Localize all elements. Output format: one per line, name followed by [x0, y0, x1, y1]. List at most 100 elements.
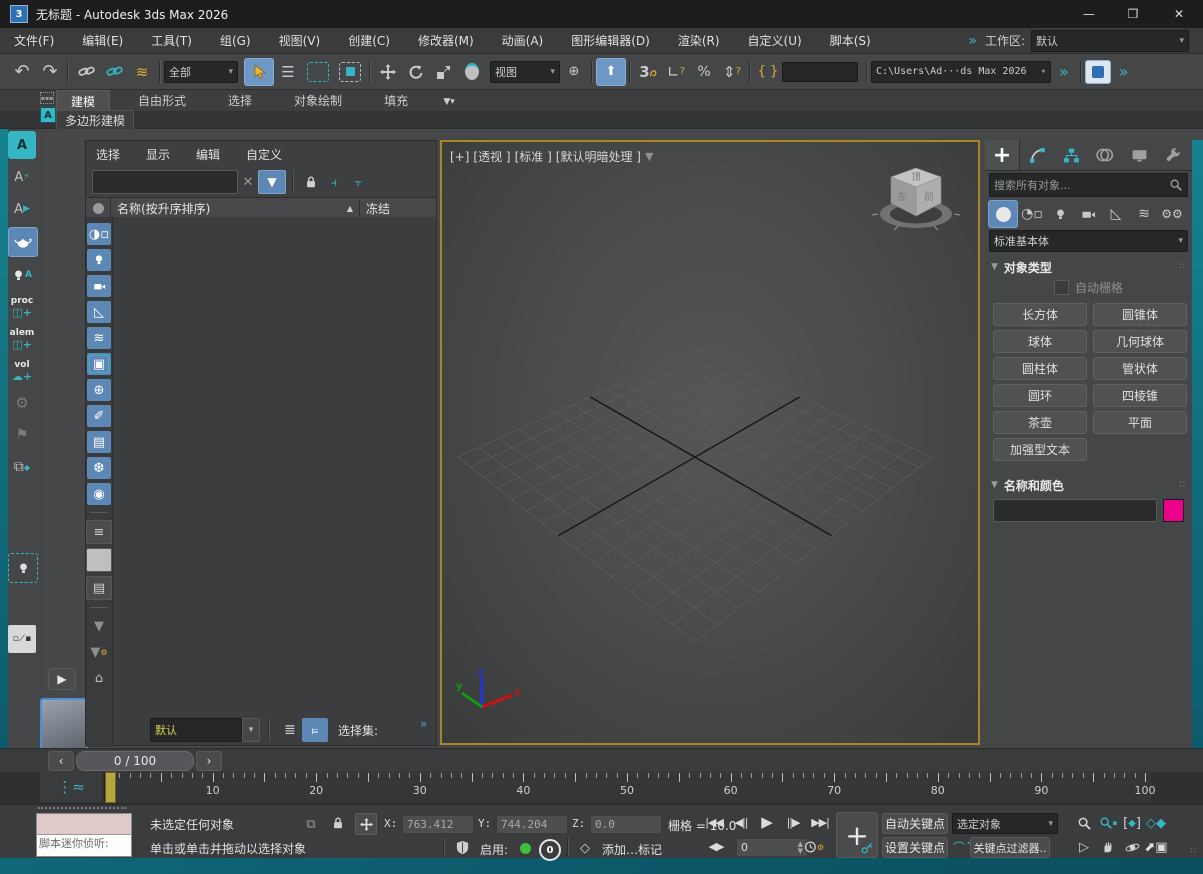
- pan-hand-icon[interactable]: [1096, 837, 1120, 857]
- scene-script-play-icon[interactable]: A ▶: [8, 195, 36, 223]
- menu-item[interactable]: 修改器(M): [404, 28, 488, 54]
- object-type-rollout-header[interactable]: ▼ 对象类型 ∷: [985, 257, 1192, 277]
- workspace-dropdown[interactable]: 默认 ▾: [1031, 29, 1189, 52]
- category-lights-icon[interactable]: [1046, 201, 1074, 227]
- viewport-shading-menu[interactable]: [默认明暗处理 ]: [556, 148, 641, 165]
- select-and-place-icon[interactable]: ⬆: [596, 57, 626, 86]
- explorer-menu-item[interactable]: 编辑: [196, 146, 220, 163]
- selection-filter-dropdown[interactable]: 全部 ▾: [164, 60, 238, 83]
- rect-selection-region-icon[interactable]: [307, 61, 329, 82]
- category-shapes-icon[interactable]: ◔▫: [1018, 201, 1046, 227]
- display-list-icon[interactable]: ≡: [86, 520, 112, 544]
- tab-motion[interactable]: [1088, 140, 1122, 170]
- filter-containers-icon[interactable]: ⊕: [87, 379, 111, 401]
- lock-explorer-icon[interactable]: [300, 175, 322, 189]
- go-to-end-icon[interactable]: ▶▶|: [808, 816, 832, 829]
- listener-grip[interactable]: [38, 807, 126, 809]
- explorer-list-area[interactable]: [113, 217, 436, 745]
- filter-hidden-icon[interactable]: ◉: [87, 483, 111, 505]
- key-mode-toggle-icon[interactable]: ◀▶: [706, 840, 726, 853]
- category-helpers-icon[interactable]: ◺: [1102, 201, 1130, 227]
- move-icon[interactable]: [374, 59, 402, 85]
- filter-frozen-icon[interactable]: ▤: [87, 431, 111, 453]
- isolate-selection-icon[interactable]: ⧉: [300, 815, 322, 833]
- filter-icon[interactable]: ▼: [258, 170, 286, 194]
- set-key-mode-button[interactable]: 设置关键点: [882, 837, 948, 858]
- app-icon[interactable]: 3: [10, 5, 28, 23]
- redo-icon[interactable]: ↷: [36, 59, 64, 85]
- maximize-viewport-icon[interactable]: ⬈▣: [1144, 837, 1168, 857]
- basket-icon[interactable]: ⌂: [87, 667, 111, 689]
- name-column-header[interactable]: 名称(按升序排序): [111, 200, 347, 217]
- ribbon-panel-tab[interactable]: 多边形建模: [56, 109, 135, 130]
- tab-modify[interactable]: [1020, 140, 1054, 170]
- filter-cameras-icon[interactable]: [87, 275, 111, 297]
- primitive-category-dropdown[interactable]: 标准基本体 ▾: [989, 230, 1188, 252]
- ribbon-minimize-icon[interactable]: ▼▾: [436, 93, 462, 111]
- explorer-menu-item[interactable]: 显示: [146, 146, 170, 163]
- menu-overflow-icon[interactable]: »: [968, 33, 977, 49]
- snap-toggle-icon[interactable]: 3𐑼: [634, 59, 662, 85]
- viewport-general-menu[interactable]: [+]: [450, 150, 469, 164]
- key-mode-dropdown[interactable]: 选定对象 ▾: [952, 813, 1058, 834]
- ribbon-tab[interactable]: 自由形式: [124, 90, 200, 111]
- rollout-grip[interactable]: ∷: [1179, 480, 1186, 490]
- select-object-button[interactable]: [244, 57, 274, 86]
- next-frame-button[interactable]: ›: [196, 750, 222, 771]
- selection-set-dropdown[interactable]: 默认: [150, 718, 242, 742]
- current-frame-marker[interactable]: [105, 772, 116, 803]
- primitive-button[interactable]: 茶壶: [993, 411, 1087, 434]
- listener-script-pane[interactable]: 脚本迷你侦听:: [37, 835, 131, 856]
- viewport-filter-icon[interactable]: ▼: [645, 150, 653, 163]
- minimize-button[interactable]: —: [1067, 0, 1111, 28]
- flag-list-icon[interactable]: ⚑: [8, 421, 36, 449]
- ribbon-tab[interactable]: 建模: [56, 89, 111, 112]
- percent-snap-icon[interactable]: %: [690, 59, 718, 85]
- viewcube[interactable]: 顶 左 前: [868, 158, 964, 246]
- named-selection-input[interactable]: [782, 61, 858, 82]
- tab-display[interactable]: [1122, 140, 1156, 170]
- menu-item[interactable]: 自定义(U): [734, 28, 816, 54]
- flyout-arrow-button[interactable]: ▶: [48, 668, 76, 690]
- clear-search-icon[interactable]: ✕: [238, 175, 258, 190]
- tab-utilities[interactable]: [1156, 140, 1190, 170]
- light-lister-icon[interactable]: A: [8, 261, 36, 289]
- timeline-ruler[interactable]: 0102030405060708090100: [104, 772, 1156, 803]
- menu-item[interactable]: 编辑(E): [68, 28, 137, 54]
- scene-script-run-icon[interactable]: A ⚡: [8, 163, 36, 191]
- alem-primitive-icon[interactable]: alem ◫+: [8, 325, 36, 353]
- zoom-all-icon[interactable]: ▪: [1096, 813, 1120, 833]
- time-configuration-icon[interactable]: ⚙: [804, 838, 824, 856]
- ribbon-tab[interactable]: 对象绘制: [280, 90, 356, 111]
- filter-bones-icon[interactable]: ✐: [87, 405, 111, 427]
- category-systems-icon[interactable]: ⚙⚙: [1158, 201, 1186, 227]
- ribbon-tab[interactable]: 选择: [214, 90, 266, 111]
- zoom-extents-icon[interactable]: [◆]: [1120, 813, 1144, 833]
- listener-macro-pane[interactable]: [37, 814, 131, 835]
- spinner-snap-icon[interactable]: ⇕?: [718, 59, 746, 85]
- name-color-rollout-header[interactable]: ▼ 名称和颜色 ∷: [985, 475, 1192, 495]
- primitive-button[interactable]: 球体: [993, 330, 1087, 353]
- selection-set-caret[interactable]: ▾: [242, 718, 260, 742]
- filter-geometry-icon[interactable]: ◑▫: [87, 223, 111, 245]
- orbit-icon[interactable]: [1120, 837, 1144, 857]
- primitive-button[interactable]: 平面: [1093, 411, 1187, 434]
- zoom-extents-all-icon[interactable]: ◇◆: [1144, 813, 1168, 833]
- prev-frame-button[interactable]: ‹: [48, 750, 74, 771]
- coordsys-dropdown[interactable]: 视图 ▾: [490, 60, 560, 83]
- category-cameras-icon[interactable]: [1074, 201, 1102, 227]
- filter-lights-icon[interactable]: [87, 249, 111, 271]
- primitive-button[interactable]: 圆柱体: [993, 357, 1087, 380]
- category-geometry-icon[interactable]: [988, 200, 1018, 228]
- named-selection-sets-icon[interactable]: { }: [754, 59, 782, 85]
- key-filters-button[interactable]: 关键点过滤器..: [970, 837, 1050, 858]
- render-view-teapot-icon[interactable]: [8, 227, 38, 257]
- current-frame-spinner[interactable]: 0 ▲ ▼: [736, 838, 808, 857]
- toolbar-overflow-icon[interactable]: »: [1059, 62, 1069, 81]
- set-key-button[interactable]: +: [836, 812, 878, 858]
- collapse-hierarchy-icon[interactable]: ⫟: [346, 175, 370, 190]
- timetag-cube-icon[interactable]: ◇: [576, 839, 594, 857]
- hierarchy-mode-icon[interactable]: ⫢: [302, 718, 328, 742]
- select-link-icon[interactable]: [72, 59, 100, 85]
- explorer-search-input[interactable]: [92, 170, 238, 194]
